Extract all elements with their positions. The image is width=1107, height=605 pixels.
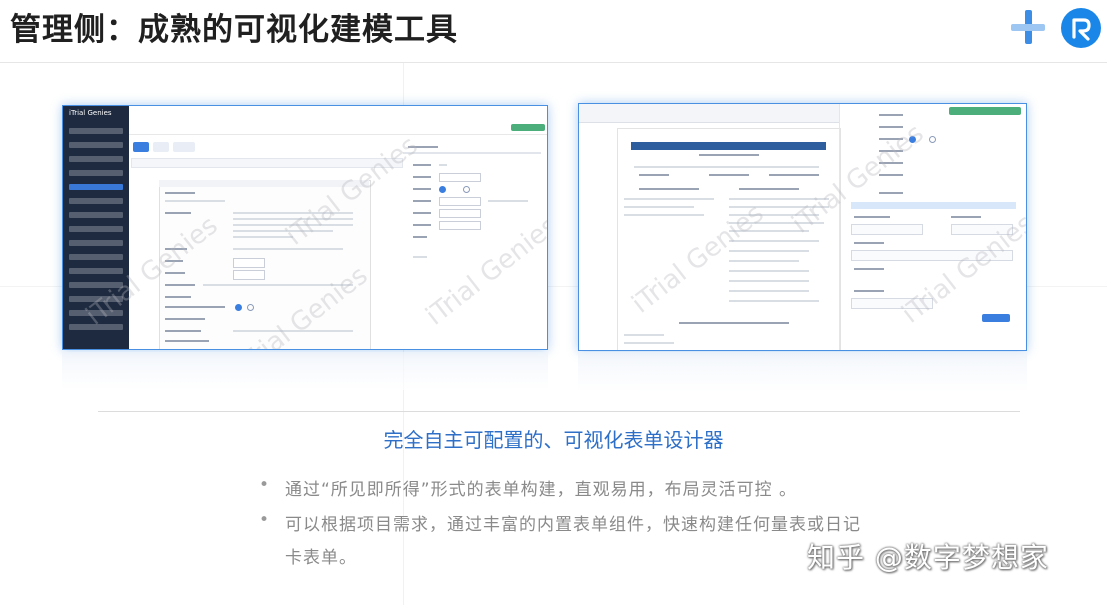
bullet-text: 通过“所见即所得”形式的表单构建，直观易用，布局灵活可控 。 [285,480,798,500]
selected-section-bar [851,202,1016,209]
bullet-marker: • [259,475,270,495]
save-button [982,314,1010,322]
header-divider [0,62,1107,63]
section-divider [98,411,1020,412]
page-title: 管理侧：成熟的可视化建模工具 [10,12,458,48]
app-brand: iTrial Genies [69,109,112,117]
circle-logo-icon [1061,8,1101,48]
bullet-marker: • [259,510,270,530]
screenshot-reflection [62,352,548,390]
section-subtitle: 完全自主可配置的、可视化表单设计器 [383,428,724,452]
bullet-text: 可以根据项目需求，通过丰富的内置表单组件，快速构建任何量表或日记 [285,515,861,535]
source-watermark: 知乎 @数字梦想家 [807,541,1049,574]
panel-divider [839,104,840,350]
bullet-text-continuation: 卡表单。 [285,548,357,568]
form-preview-screenshot: iTrial Genies iTrial Genies iTrial Genie… [578,103,1027,351]
editor-toolbar [579,104,839,123]
publish-button [949,107,1021,115]
plus-icon [1011,10,1045,44]
form-designer-screenshot: iTrial Genies iTrial Genies iTrial Genie… [62,105,548,350]
save-button [511,124,545,131]
app-topbar [129,106,547,135]
document-header-bar [631,142,826,150]
screenshot-reflection [578,352,1027,392]
